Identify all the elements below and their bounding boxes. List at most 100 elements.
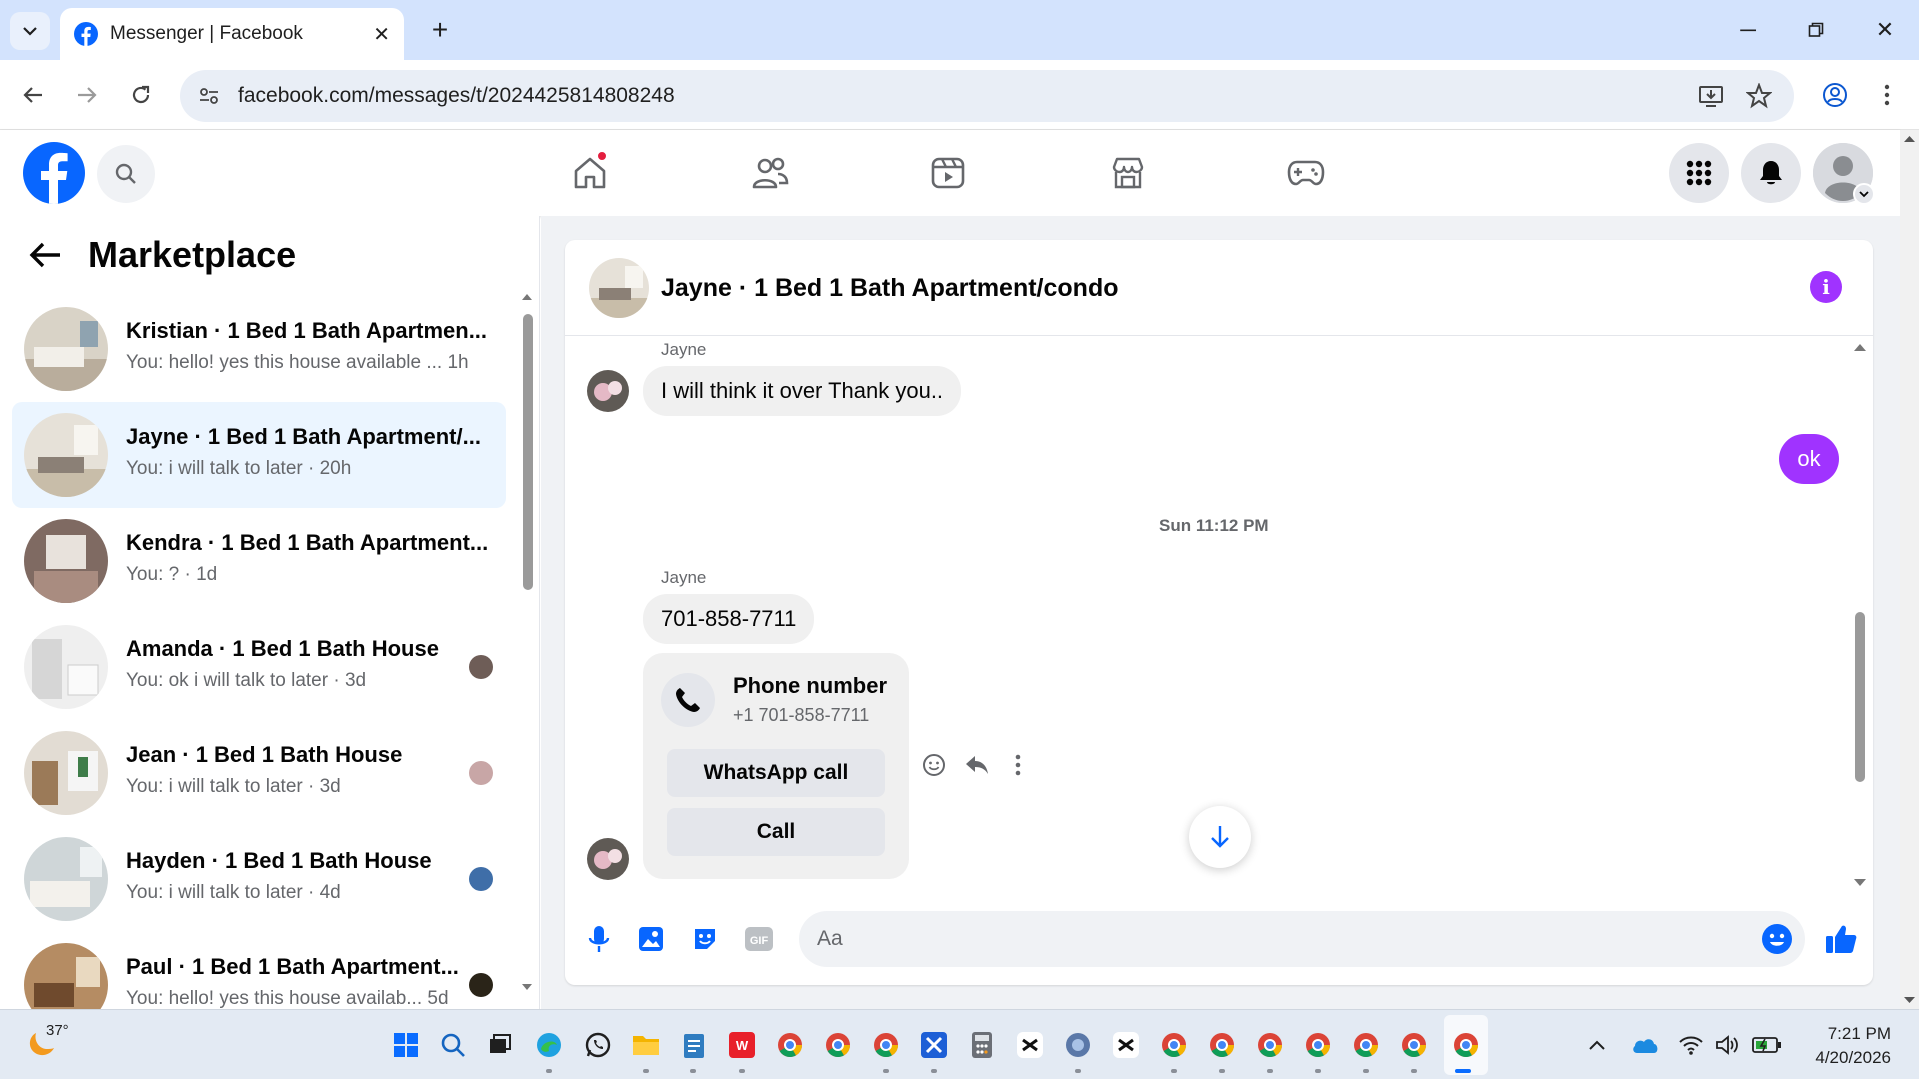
close-window-button[interactable]: ✕ — [1862, 10, 1908, 50]
tab-search-button[interactable] — [10, 12, 50, 50]
volume-icon[interactable] — [1712, 1030, 1742, 1060]
chrome-profile-icon[interactable] — [1398, 1029, 1430, 1061]
message-input[interactable]: Aa — [799, 911, 1805, 967]
battery-icon[interactable] — [1752, 1030, 1782, 1060]
more-options-icon[interactable] — [1001, 748, 1035, 782]
home-nav-button[interactable] — [560, 148, 620, 198]
chrome-icon[interactable] — [774, 1029, 806, 1061]
calculator-icon[interactable] — [966, 1029, 998, 1061]
minimize-button[interactable]: ─ — [1725, 10, 1771, 50]
sender-avatar — [587, 838, 629, 880]
microphone-icon[interactable] — [579, 919, 619, 959]
chrome-profile-icon[interactable] — [1350, 1029, 1382, 1061]
show-hidden-icons[interactable] — [1582, 1030, 1612, 1060]
conversation-item[interactable]: Kristian · 1 Bed 1 Bath Apartmen... You:… — [12, 296, 506, 402]
conversation-name: Hayden · 1 Bed 1 Bath House — [126, 848, 432, 873]
conversation-sidebar: Marketplace Kristian · 1 Bed 1 Bath Apar… — [0, 216, 540, 1009]
bookmark-star-icon[interactable] — [1745, 82, 1773, 114]
listing-thumbnail — [24, 519, 108, 603]
chrome-profile-icon[interactable] — [822, 1029, 854, 1061]
back-arrow-icon[interactable] — [28, 240, 62, 270]
conversation-item[interactable]: Paul · 1 Bed 1 Bath Apartment... You: he… — [12, 932, 506, 1009]
chrome-profile-icon[interactable] — [1158, 1029, 1190, 1061]
address-bar[interactable]: facebook.com/messages/t/2024425814808248 — [180, 70, 1794, 122]
emoji-picker-icon[interactable] — [1761, 923, 1793, 960]
svg-text:GIF: GIF — [750, 935, 769, 947]
marketplace-nav-button[interactable] — [1098, 148, 1158, 198]
chrome-profile-icon[interactable] — [1254, 1029, 1286, 1061]
chrome-profile-icon[interactable] — [1206, 1029, 1238, 1061]
conversation-item[interactable]: Jean · 1 Bed 1 Bath House You: i will ta… — [12, 720, 506, 826]
system-clock[interactable]: 7:21 PM 4/20/2026 — [1815, 1022, 1891, 1070]
chrome-active-icon[interactable] — [1450, 1029, 1482, 1061]
info-icon[interactable]: i — [1810, 271, 1842, 303]
message-bubble-incoming[interactable]: I will think it over Thank you.. — [643, 366, 962, 416]
file-explorer-icon[interactable] — [630, 1029, 662, 1061]
reload-button[interactable] — [122, 76, 160, 114]
facebook-search-button[interactable] — [97, 145, 155, 203]
notepad-icon[interactable] — [678, 1029, 710, 1061]
reply-icon[interactable] — [960, 748, 994, 782]
chat-listing-avatar[interactable] — [589, 258, 649, 318]
account-avatar[interactable] — [1813, 143, 1875, 205]
conversation-item[interactable]: Hayden · 1 Bed 1 Bath House You: i will … — [12, 826, 506, 932]
listing-thumbnail — [24, 413, 108, 497]
photo-icon[interactable] — [631, 919, 671, 959]
account-chevron-icon[interactable] — [1853, 183, 1875, 205]
capcut-icon[interactable] — [1110, 1029, 1142, 1061]
new-tab-button[interactable]: + — [422, 12, 458, 48]
restore-button[interactable] — [1793, 10, 1839, 50]
wifi-icon[interactable] — [1676, 1030, 1706, 1060]
profile-button[interactable] — [1816, 76, 1854, 114]
browser-menu-button[interactable] — [1868, 76, 1906, 114]
app-icon[interactable] — [918, 1029, 950, 1061]
browser-tab[interactable]: Messenger | Facebook ✕ — [60, 8, 404, 60]
call-button[interactable]: Call — [667, 808, 885, 856]
react-emoji-icon[interactable] — [917, 748, 951, 782]
friends-nav-button[interactable] — [740, 148, 800, 198]
edge-browser-icon[interactable] — [533, 1029, 565, 1061]
close-tab-icon[interactable]: ✕ — [373, 22, 390, 47]
sticker-icon[interactable] — [685, 919, 725, 959]
url-text[interactable]: facebook.com/messages/t/2024425814808248 — [238, 84, 675, 108]
message-bubble-incoming[interactable]: 701-858-7711 — [643, 594, 815, 644]
chat-title[interactable]: Jayne · 1 Bed 1 Bath Apartment/condo — [661, 274, 1119, 303]
restore-icon — [1808, 22, 1824, 37]
capcut-icon[interactable] — [1014, 1029, 1046, 1061]
video-icon — [931, 157, 965, 189]
conversation-item[interactable]: Kendra · 1 Bed 1 Bath Apartment... You: … — [12, 508, 506, 614]
wps-office-icon[interactable]: W — [726, 1029, 758, 1061]
gif-icon[interactable]: GIF — [739, 919, 779, 959]
task-view-icon[interactable] — [484, 1029, 516, 1061]
start-menu-icon[interactable] — [390, 1029, 422, 1061]
chrome-profile-icon[interactable] — [870, 1029, 902, 1061]
app-icon[interactable] — [1062, 1029, 1094, 1061]
scroll-to-bottom-button[interactable] — [1189, 806, 1251, 868]
taskbar-search-icon[interactable] — [437, 1029, 469, 1061]
whatsapp-icon[interactable] — [582, 1029, 614, 1061]
menu-grid-button[interactable] — [1669, 143, 1729, 203]
facebook-favicon-icon — [74, 22, 98, 46]
page-scrollbar[interactable] — [1900, 130, 1919, 1009]
forward-button[interactable] — [68, 76, 106, 114]
gaming-nav-button[interactable] — [1276, 148, 1336, 198]
message-bubble-outgoing[interactable]: ok — [1779, 434, 1839, 484]
like-thumb-icon[interactable] — [1821, 919, 1861, 959]
site-settings-icon[interactable] — [198, 85, 220, 107]
whatsapp-call-button[interactable]: WhatsApp call — [667, 749, 885, 797]
facebook-logo-icon[interactable] — [23, 142, 85, 204]
message-input-placeholder: Aa — [817, 927, 843, 950]
gaming-icon — [1287, 160, 1325, 186]
onedrive-icon[interactable] — [1630, 1030, 1660, 1060]
conversation-name: Jayne · 1 Bed 1 Bath Apartment/... — [126, 424, 481, 449]
sidebar-scroll-thumb[interactable] — [523, 314, 533, 590]
notifications-button[interactable] — [1741, 143, 1801, 203]
conversation-item-active[interactable]: Jayne · 1 Bed 1 Bath Apartment/... You: … — [12, 402, 506, 508]
install-app-icon[interactable] — [1698, 83, 1724, 114]
conversation-name: Kristian · 1 Bed 1 Bath Apartmen... — [126, 318, 488, 343]
chat-scroll-thumb[interactable] — [1855, 612, 1865, 782]
chrome-profile-icon[interactable] — [1302, 1029, 1334, 1061]
video-nav-button[interactable] — [918, 148, 978, 198]
back-button[interactable] — [14, 76, 52, 114]
conversation-item[interactable]: Amanda · 1 Bed 1 Bath House You: ok i wi… — [12, 614, 506, 720]
